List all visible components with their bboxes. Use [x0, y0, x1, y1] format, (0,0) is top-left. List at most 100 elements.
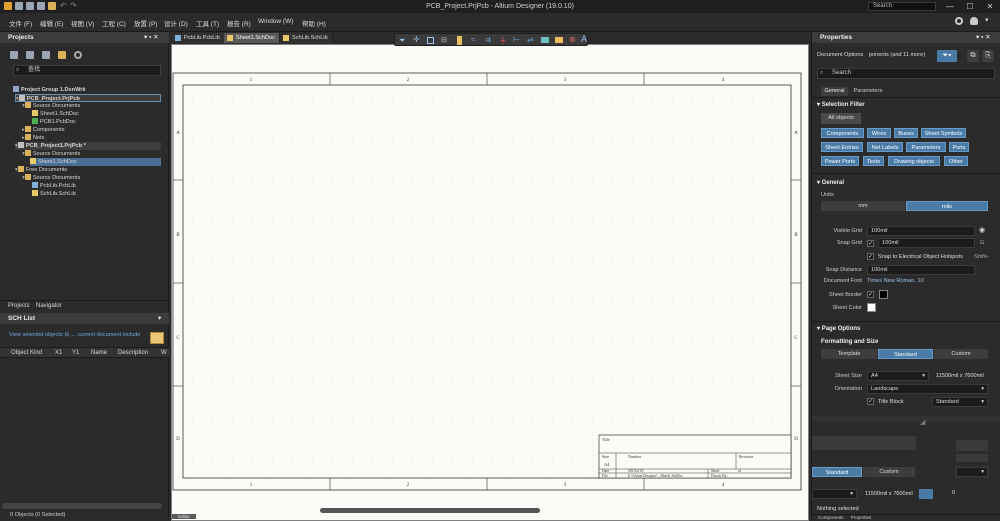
project-save-all-icon[interactable]	[26, 51, 34, 59]
format-template-button[interactable]: Template	[821, 349, 877, 359]
panel-pin-icon[interactable]: ▾ ▪ ✕	[144, 32, 159, 43]
all-objects-button[interactable]: All objects	[821, 113, 861, 124]
tab-general[interactable]: General	[821, 87, 848, 96]
port-icon[interactable]	[555, 37, 563, 43]
project-settings-gear-icon[interactable]	[74, 51, 82, 59]
sheet-entry-icon[interactable]: ⊢	[513, 35, 520, 44]
filter-icon[interactable]: ⏷	[399, 36, 405, 46]
bus-icon[interactable]: ⇉	[485, 36, 491, 44]
tab-pcblib[interactable]: PcbLib.PcbLib	[172, 33, 225, 43]
sch-list-menu-icon[interactable]: ▾	[158, 313, 161, 324]
ghost-size-select[interactable]: ▾	[812, 489, 857, 499]
snap-grid-input[interactable]: 100mil	[878, 238, 975, 248]
filter-components[interactable]: Components	[821, 128, 864, 138]
tab-parameters[interactable]: Parameters	[850, 87, 886, 96]
snap-distance-input[interactable]: 100mil	[867, 265, 975, 275]
sheet-border-color-swatch[interactable]	[879, 290, 888, 299]
filter-wires[interactable]: Wires	[867, 128, 891, 138]
orientation-select[interactable]: Landscape ▾	[867, 384, 988, 394]
menu-reports[interactable]: 报告 (R)	[227, 18, 251, 28]
filter-drawing-objects[interactable]: Drawing objects	[888, 156, 940, 166]
project-open-icon[interactable]	[58, 51, 66, 59]
tab-schlib[interactable]: SchLib.SchLib	[280, 33, 333, 43]
power-port-icon[interactable]: ⏚	[499, 35, 507, 46]
format-custom-button[interactable]: Custom	[934, 349, 988, 359]
tree-item-folder[interactable]: ▾ Source Documents	[22, 174, 80, 182]
tab-sheet1-schdoc[interactable]: Sheet1.SchDoc	[224, 33, 280, 43]
properties-pin-icon[interactable]: ▾ ▪ ✕	[976, 32, 991, 43]
menu-view[interactable]: 视图 (V)	[71, 18, 94, 28]
menu-file[interactable]: 文件 (F)	[9, 18, 32, 28]
filter-net-labels[interactable]: Net Labels	[867, 142, 903, 152]
filter-power-ports[interactable]: Power Ports	[821, 156, 859, 166]
sheet-symbol-icon[interactable]	[541, 37, 549, 43]
col-name[interactable]: Name	[91, 350, 107, 356]
col-description[interactable]: Description	[118, 350, 148, 356]
col-object-kind[interactable]: Object Kind	[11, 350, 42, 356]
filter-parameters[interactable]: Parameters	[906, 142, 946, 152]
tree-item-schdoc[interactable]: Sheet1.SchDoc	[32, 110, 79, 118]
tab-editor[interactable]: Editor	[172, 514, 196, 519]
unit-mils-button[interactable]: mils	[906, 201, 988, 211]
selection-filter-section[interactable]: ▾ Selection Filter	[817, 101, 865, 108]
document-font-link[interactable]: Times New Roman, 10	[867, 278, 924, 284]
tree-item-project[interactable]: ▾ PCB_Project1.PrjPcb *	[15, 142, 161, 150]
sheet-border-checkbox[interactable]: ✓	[867, 291, 874, 298]
canvas-scrollbar[interactable]	[320, 508, 540, 513]
tab-projects[interactable]: Projects	[8, 303, 30, 309]
directive-icon[interactable]: ⊗	[569, 35, 576, 44]
tree-item-workspace[interactable]: Project Group 1.DsnWrk	[13, 86, 86, 94]
move-icon[interactable]: ✛	[413, 35, 420, 44]
filter-texts[interactable]: Texts	[863, 156, 884, 166]
col-y1[interactable]: Y1	[72, 350, 79, 356]
sch-list-info-link[interactable]: View selected objects 从 ... current docu…	[9, 330, 159, 338]
menu-design[interactable]: 设计 (D)	[164, 18, 188, 28]
schematic-canvas[interactable]: 1 2 3 4 1 2 3 4 A B C D A B C D Title Si…	[171, 44, 809, 521]
filter-ports[interactable]: Ports	[949, 142, 969, 152]
maximize-button[interactable]: ☐	[960, 0, 980, 13]
global-search-input[interactable]: Search	[868, 2, 936, 11]
menu-place[interactable]: 放置 (P)	[134, 18, 157, 28]
project-new-icon[interactable]	[42, 51, 50, 59]
menu-help[interactable]: 帮助 (H)	[302, 18, 326, 28]
minimize-button[interactable]: —	[940, 0, 960, 13]
snap-grid-checkbox[interactable]: ✓	[867, 240, 874, 247]
user-icon[interactable]	[970, 17, 978, 25]
properties-search-input[interactable]: Search	[817, 68, 995, 79]
col-w[interactable]: W	[161, 350, 167, 356]
ghost-standard-button[interactable]: Standard	[812, 467, 862, 477]
select-rect-icon[interactable]	[427, 37, 434, 44]
tree-item-pcblib[interactable]: PcbLib.PcbLib	[32, 182, 76, 190]
copy-icon[interactable]: ⧉	[967, 50, 979, 62]
unit-mm-button[interactable]: mm	[821, 201, 905, 211]
menu-project[interactable]: 工程 (C)	[102, 18, 126, 28]
title-block-checkbox[interactable]: ✓	[867, 398, 874, 405]
filter-other[interactable]: Other	[944, 156, 968, 166]
filter-sheet-entries[interactable]: Sheet Entries	[821, 142, 863, 152]
page-options-section[interactable]: ▾ Page Options	[817, 325, 860, 332]
tab-navigator[interactable]: Navigator	[36, 303, 62, 309]
col-x1[interactable]: X1	[55, 350, 62, 356]
tree-item-folder[interactable]: ▸ Components	[22, 126, 65, 134]
tree-item-project[interactable]: ▾ PCB_Project.PrjPcb	[15, 94, 161, 102]
wire-icon[interactable]: ≈	[471, 35, 475, 44]
properties-filter-button[interactable]: ⏷▾	[937, 50, 957, 62]
tree-item-folder[interactable]: ▸ Nets	[22, 134, 44, 142]
ghost-select[interactable]: ▾	[956, 467, 988, 477]
tree-item-folder[interactable]: ▾ Free Documents	[15, 166, 67, 174]
settings-gear-icon[interactable]	[955, 17, 963, 25]
tree-item-folder[interactable]: ▾ Source Documents	[22, 102, 80, 110]
place-part-icon[interactable]	[457, 36, 462, 45]
visible-grid-input[interactable]: 100mil	[867, 226, 975, 236]
snap-hotspots-checkbox[interactable]: ✓	[867, 253, 874, 260]
tree-item-schdoc-selected[interactable]: Sheet1.SchDoc	[30, 158, 161, 166]
tree-item-schlib[interactable]: SchLib.SchLib	[32, 190, 76, 198]
menu-edit[interactable]: 编辑 (E)	[40, 18, 63, 28]
sch-list-scrollbar[interactable]	[2, 503, 162, 509]
menu-tools[interactable]: 工具 (T)	[196, 18, 219, 28]
ghost-custom-button[interactable]: Custom	[863, 467, 915, 477]
more-menu-icon[interactable]: ▾	[985, 16, 989, 24]
tree-item-pcbdoc[interactable]: PCB1.PcbDoc	[32, 118, 76, 126]
text-icon[interactable]: A	[581, 34, 587, 44]
projects-search-input[interactable]: 查找	[13, 65, 161, 76]
